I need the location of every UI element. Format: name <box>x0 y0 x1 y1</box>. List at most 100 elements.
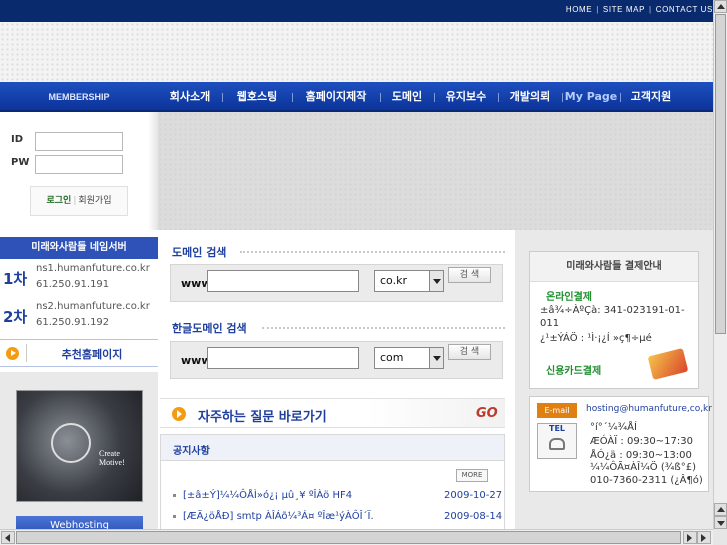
tld-value: co.kr <box>380 274 407 287</box>
nameserver-ip: 61.250.91.192 <box>36 317 110 328</box>
contact-us-link[interactable]: CONTACT US <box>656 5 713 14</box>
nav-item-0[interactable]: 회사소개 <box>158 82 222 112</box>
domain-search-box: www co.kr 검 색 <box>170 264 503 302</box>
go-button[interactable]: GO <box>476 406 498 421</box>
nav-item-3[interactable]: 도메인 <box>380 82 434 112</box>
divider <box>262 327 505 329</box>
scroll-thumb[interactable] <box>16 531 681 544</box>
nameserver-num: 2차 <box>3 308 28 326</box>
nav-item-1[interactable]: 웹호스팅 <box>222 82 292 112</box>
scroll-thumb[interactable] <box>715 14 726 334</box>
tld-select[interactable]: co.kr <box>374 270 444 292</box>
membership-label: MEMBERSHIP <box>48 92 110 102</box>
scrollbar-corner <box>713 529 727 545</box>
chevron-down-icon <box>429 348 443 368</box>
nameserver-num: 1차 <box>3 270 28 288</box>
credit-card-icon <box>647 348 689 380</box>
site-map-link[interactable]: SITE MAP <box>603 5 645 14</box>
home-link[interactable]: HOME <box>566 5 592 14</box>
kr-domain-search-title: 한글도메인 검색 <box>172 322 247 335</box>
login-button-row: 로그인 | 회원가입 <box>30 186 128 216</box>
nav-item-6[interactable]: My Page <box>562 82 620 112</box>
card-payment-label[interactable]: 신용카드결제 <box>546 362 601 377</box>
bullet-icon <box>173 515 176 518</box>
notice-item-date: 2009-08-14 <box>444 511 503 522</box>
nameserver-host: ns1.humanfuture.co.kr <box>36 263 150 274</box>
contact-line: °í°´¼¾ÅÍ <box>590 422 637 433</box>
horizontal-scrollbar[interactable] <box>0 529 713 545</box>
vertical-scrollbar[interactable] <box>713 0 727 529</box>
contact-line: ÅÓ¿ä : 09:30~13:00 <box>590 450 692 461</box>
online-payment-label: 온라인결제 <box>546 292 592 303</box>
account-holder: ¿¹±ÝÁÖ : ¹Ì·¡¿Í »ç¶÷µé <box>540 333 652 344</box>
header-pattern <box>0 22 713 82</box>
email-address[interactable]: hosting@humanfuture,co,kr <box>586 404 712 414</box>
bullet-icon <box>173 494 176 497</box>
header-gray-area <box>158 112 713 230</box>
join-button[interactable]: 회원가입 <box>78 196 111 206</box>
nameserver-host: ns2.humanfuture.co.kr <box>36 301 150 312</box>
tld-value: com <box>380 351 404 364</box>
chevron-down-icon <box>429 271 443 291</box>
scroll-up-icon[interactable] <box>714 503 727 516</box>
top-bar: HOME | SITE MAP | CONTACT US <box>0 0 713 22</box>
payment-title: 미래와사람들 결제안내 <box>530 252 698 282</box>
logo-ring-icon <box>51 423 91 463</box>
nav-item-4[interactable]: 유지보수 <box>434 82 498 112</box>
notice-item-title[interactable]: [ÆÄ¿öÅÐ] smtp ÀÎÁõ¼³Á¤ ºÎæ¹ýÀÔÎ´Ï. <box>183 511 374 522</box>
scroll-right-icon[interactable] <box>697 531 711 544</box>
domain-search-button[interactable]: 검 색 <box>448 267 491 283</box>
main-menu: 회사소개 웹호스팅 홈페이지제작 도메인 유지보수 개발의뢰 My Page 고객지원 <box>158 82 682 112</box>
faq-label: 자주하는 질문 바로가기 <box>198 410 327 425</box>
id-label: ID <box>11 134 24 145</box>
contact-line: ÆÓÀÏ : 09:30~17:30 <box>590 436 693 447</box>
kr-domain-search-button[interactable]: 검 색 <box>448 344 491 360</box>
payment-info-box: 미래와사람들 결제안내 온라인결제 ±â¾÷ÀºÇà: 341-023191-0… <box>529 251 699 389</box>
kr-domain-input[interactable] <box>207 347 359 369</box>
recommend-homepage-button[interactable]: 추천홈페이지 <box>0 339 158 367</box>
phone-icon <box>549 438 565 450</box>
separator <box>26 344 27 362</box>
nameserver-title: 미래와사람들 네임서버 <box>0 237 158 259</box>
notice-box: 공지사항 MORE [±â±Ý]¼¼ÔÅÌ»ó¿¡ µû¸¥ ºÎÀö HF4 … <box>160 434 505 533</box>
email-badge: E-mail <box>537 403 577 418</box>
notice-title: 공지사항 <box>173 446 210 457</box>
separator: | <box>596 5 599 14</box>
recommend-label: 추천홈페이지 <box>61 348 123 361</box>
kr-domain-search-box: www com 검 색 <box>170 341 503 379</box>
scroll-right-icon[interactable] <box>683 531 697 544</box>
notice-header: 공지사항 <box>161 435 504 461</box>
domain-input[interactable] <box>207 270 359 292</box>
contact-box: E-mail hosting@humanfuture,co,kr TEL °í°… <box>529 396 712 492</box>
contact-line: ¼¼ÔÃ¤ÀÎ¼Ö (¾ß°£) <box>590 462 696 473</box>
faq-shortcut-bar[interactable]: 자주하는 질문 바로가기 GO <box>160 398 505 428</box>
login-button[interactable]: 로그인 <box>46 196 71 206</box>
nav-item-7[interactable]: 고객지원 <box>620 82 682 112</box>
nameserver-primary: 1차 ns1.humanfuture.co.kr 61.250.91.191 <box>0 261 158 299</box>
divider <box>240 251 505 253</box>
id-input[interactable] <box>35 132 123 151</box>
nameserver-secondary: 2차 ns2.humanfuture.co.kr 61.250.91.192 <box>0 299 158 337</box>
banner-area: Create Motive! Webhosting <box>0 372 158 542</box>
nav-item-5[interactable]: 개발의뢰 <box>498 82 562 112</box>
nav-item-2[interactable]: 홈페이지제작 <box>292 82 380 112</box>
bank-account: ±â¾÷ÀºÇà: 341-023191-01-011 <box>540 305 685 329</box>
tel-label: TEL <box>548 424 566 433</box>
pw-input[interactable] <box>35 155 123 174</box>
notice-item-title[interactable]: [±â±Ý]¼¼ÔÅÌ»ó¿¡ µû¸¥ ºÎÀö HF4 <box>183 490 352 501</box>
top-links: HOME | SITE MAP | CONTACT US <box>566 5 713 14</box>
arrow-circle-icon <box>6 347 19 360</box>
scroll-left-icon[interactable] <box>1 531 15 544</box>
nameserver-ip: 61.250.91.191 <box>36 279 110 290</box>
arrow-circle-icon <box>172 407 186 421</box>
more-button[interactable]: MORE <box>456 469 488 482</box>
notice-item-date: 2009-10-27 <box>444 490 503 501</box>
scroll-down-icon[interactable] <box>714 516 727 529</box>
separator: | <box>649 5 652 14</box>
kr-tld-select[interactable]: com <box>374 347 444 369</box>
tel-badge: TEL <box>537 423 577 459</box>
create-motive-banner[interactable]: Create Motive! <box>16 390 143 502</box>
pw-label: PW <box>11 157 30 168</box>
scroll-up-icon[interactable] <box>714 0 727 13</box>
separator: | <box>73 196 77 206</box>
